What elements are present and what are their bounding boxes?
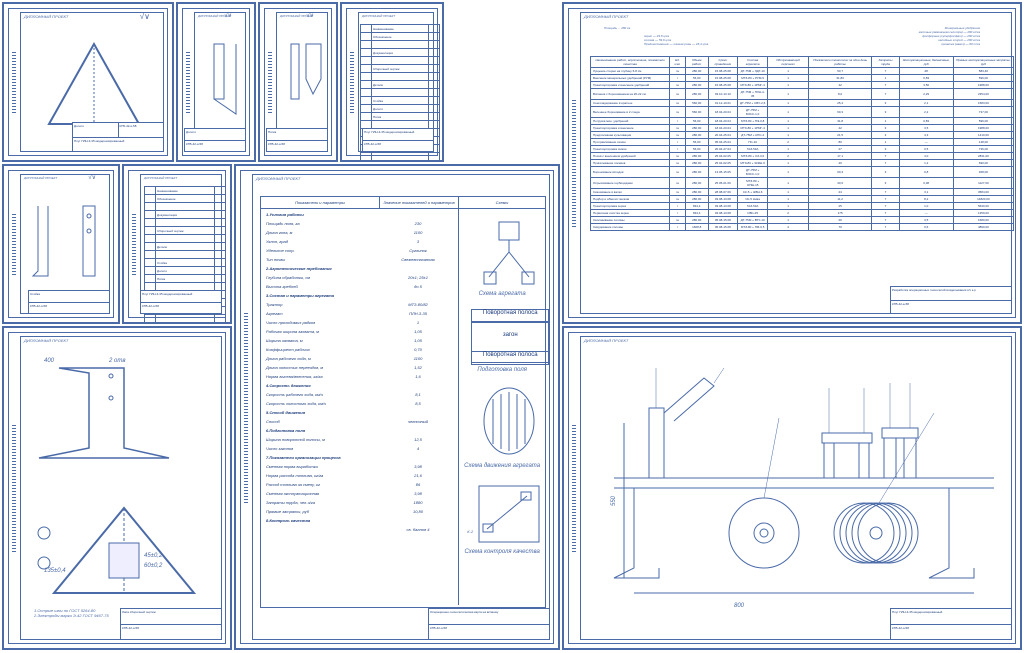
title-block: Плуг ПЛН-3-35 модернизированный КП5-42-я… <box>362 128 434 152</box>
title-block: Стойка КП5-42-я-58 <box>28 290 110 314</box>
drawing-stand <box>28 196 108 286</box>
drawing-plough <box>604 358 1004 608</box>
page: ДИПЛОМНЫЙ ПРОЕКТ √∨ ДолотоКП5-42-я-58 Пл… <box>0 0 1024 653</box>
title-block: Пятка КП5-42-я-58 <box>266 128 328 152</box>
sheet-7-assembly: ДИПЛОМНЫЙ ПРОЕКТ 400 2 отв 45±0,2 60±0,2… <box>2 326 232 650</box>
stamp: ДИПЛОМНЫЙ ПРОЕКТ <box>24 14 68 19</box>
title-block: ДолотоКП5-42-я-58 Плуг ПЛН-3-35 модерниз… <box>72 122 164 152</box>
area-label: Площадь ... 280 га <box>604 26 630 30</box>
scheme-qc-icon <box>477 484 541 544</box>
sheet-3: ДИПЛОМНЫЙ ПРОЕКТ √∨ Пятка КП5-42-я-58 <box>258 2 338 162</box>
sheet-10-techcard: ДИПЛОМНЫЙ ПРОЕКТ Площадь ... 280 га зерн… <box>562 2 1022 324</box>
drawing-strip <box>206 39 246 119</box>
sheet-6-spec: ДИПЛОМНЫЙ ПРОЕКТ НаименованиеОбозначение… <box>122 164 232 324</box>
sheet-8-opcard: ДИПЛОМНЫЙ ПРОЕКТ Показатели и параметры … <box>234 164 560 650</box>
title-block: Лапа сборочный чертеж КП5-42-я-58 <box>120 608 222 640</box>
title-block: Операционно-технологическая карта на всп… <box>428 608 550 640</box>
drawing-triangle <box>34 34 154 134</box>
opcard-body: Показатели и параметры Значение показате… <box>260 196 546 608</box>
sheet-2: ДИПЛОМНЫЙ ПРОЕКТ √∨ Долото КП5-42-я-58 <box>176 2 256 162</box>
title-block: Плуг ПЛН-3-35 модернизированный КП5-42-я… <box>140 290 222 314</box>
sheet-5: ДИПЛОМНЫЙ ПРОЕКТ √∨ Стойка КП5-42-я-58 <box>2 164 120 324</box>
schemes-column: Схема агрегата Поворотная полоса загон П… <box>459 209 545 605</box>
prod-rows: зерно — 29,8 ц/гасолома — 59,6 ц/гаПредш… <box>644 34 708 46</box>
drawing-heel <box>286 39 326 119</box>
tech-table: Наименование работ, агротехника, показат… <box>590 56 1014 231</box>
title-block: Плуг ПЛН-3-35 модернизированный КП5-42-я… <box>890 608 1012 640</box>
scheme-aggregate-icon <box>474 217 544 287</box>
sheet-9-plough: ДИПЛОМНЫЙ ПРОЕКТ 800 550 Плуг ПЛН-3-35 м… <box>562 326 1022 650</box>
fert-header: Минеральные удобрения азотные (аммиачная… <box>919 26 980 46</box>
sheet-4-spec: ДИПЛОМНЫЙ ПРОЕКТ НаименованиеОбозначение… <box>340 2 444 162</box>
check-mark-icon: √∨ <box>140 12 150 21</box>
title-block: Долото КП5-42-я-58 <box>184 128 246 152</box>
scheme-movement-icon <box>481 384 537 459</box>
sheet-1: ДИПЛОМНЫЙ ПРОЕКТ √∨ ДолотоКП5-42-я-58 Пл… <box>2 2 174 162</box>
title-block: Разработка операционных технологий возде… <box>890 286 1012 314</box>
